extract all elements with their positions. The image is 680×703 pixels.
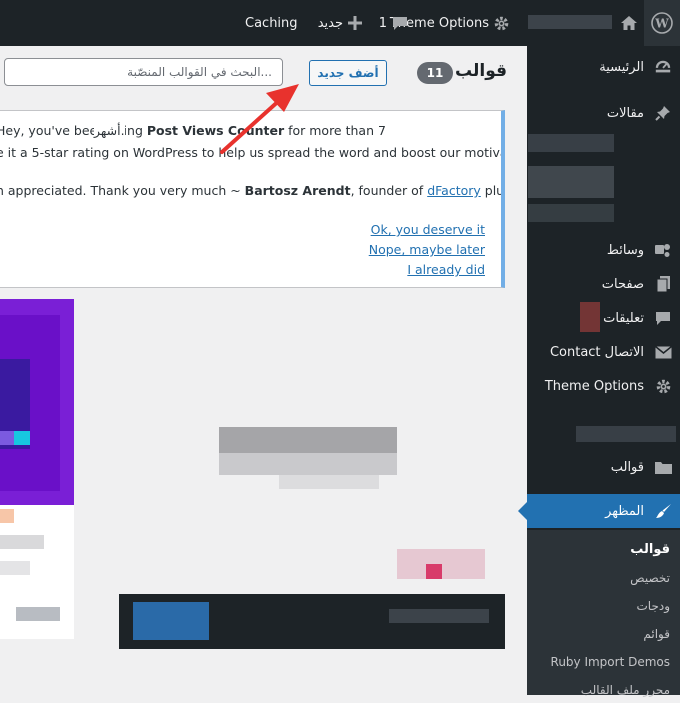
theme-card[interactable] xyxy=(119,299,505,649)
site-name-blurred[interactable] xyxy=(528,15,612,29)
pin-icon xyxy=(646,96,680,130)
theme-screenshot-blurred xyxy=(389,609,489,623)
admin-bar: W Theme Options 1 جديد Caching xyxy=(0,0,680,46)
blurred-submenu xyxy=(528,134,614,152)
sidebar-item-label: تعليقات xyxy=(603,310,644,326)
theme-card[interactable] xyxy=(0,299,74,639)
sidebar-item-pages[interactable]: صفحات xyxy=(527,267,680,301)
mail-icon xyxy=(646,335,680,369)
theme-screenshot-blurred xyxy=(16,607,60,621)
comments-count[interactable]: 1 xyxy=(379,0,387,46)
theme-screenshot-blurred xyxy=(0,431,14,445)
sidebar-item-label: المظهر xyxy=(605,503,644,519)
sidebar-item-posts[interactable]: مقالات xyxy=(527,96,680,130)
home-icon[interactable] xyxy=(614,0,644,46)
theme-screenshot-blurred xyxy=(0,535,44,549)
add-new-button[interactable]: أضف جديد xyxy=(309,60,387,86)
wordpress-logo-icon[interactable]: W xyxy=(644,0,680,46)
i-already-did-link[interactable]: I already did xyxy=(407,262,485,277)
submenu-item-widgets[interactable]: ودجات xyxy=(636,593,670,619)
notice-line-3: h appreciated. Thank you very much ~ Bar… xyxy=(0,183,505,198)
caching-link[interactable]: Caching xyxy=(245,0,298,46)
theme-screenshot-blurred xyxy=(219,453,397,475)
notice-rtl-word: أشهر. xyxy=(94,123,125,138)
main-content: قوالب 11 أضف جديد البحث في القوالب المنص… xyxy=(0,46,527,695)
comment-bubble-icon[interactable] xyxy=(392,0,408,46)
plus-icon[interactable] xyxy=(348,0,362,46)
sidebar-item-label: صفحات xyxy=(601,276,644,292)
new-content-link[interactable]: جديد xyxy=(318,0,343,46)
theme-screenshot-blurred xyxy=(0,561,30,575)
theme-options-link[interactable]: Theme Options xyxy=(390,0,511,46)
sidebar-item-appearance[interactable]: المظهر xyxy=(518,494,680,528)
sidebar-item-templates[interactable]: قوالب xyxy=(527,450,680,484)
theme-screenshot-blurred xyxy=(219,427,397,453)
theme-screenshot-blurred xyxy=(0,509,14,523)
ok-you-deserve-it-link[interactable]: Ok, you deserve it xyxy=(371,222,485,237)
blurred-submenu xyxy=(528,204,614,222)
dfactory-link[interactable]: dFactory xyxy=(427,183,481,198)
sidebar-item-label: قوالب xyxy=(610,459,644,475)
blurred-submenu xyxy=(528,166,614,198)
submenu-item-ruby-import-demos[interactable]: Ruby Import Demos xyxy=(551,649,670,675)
sidebar-item-label: الرئيسية xyxy=(599,59,644,75)
submenu-item-customize[interactable]: تخصيص xyxy=(630,565,670,591)
comments-icon xyxy=(646,301,680,335)
sidebar-item-label: Contact الاتصال xyxy=(549,344,644,360)
theme-screenshot-blurred xyxy=(279,475,379,489)
sidebar-item-theme-options[interactable]: Theme Options xyxy=(527,369,680,403)
notice-line-2: e it a 5-star rating on WordPress to hel… xyxy=(0,145,505,160)
sidebar-item-label: وسائط xyxy=(606,242,644,258)
brush-icon xyxy=(646,494,680,528)
search-installed-themes-input[interactable]: البحث في القوالب المنصّبة... xyxy=(4,58,283,86)
pages-icon xyxy=(646,267,680,301)
review-notice: Hey, you've been using Post Views Counte… xyxy=(0,110,505,288)
gear-icon xyxy=(646,369,680,403)
notice-line-1: Hey, you've been using Post Views Counte… xyxy=(0,123,386,138)
submenu-item-themes[interactable]: قوالب xyxy=(630,536,670,562)
sidebar-item-label: Theme Options xyxy=(544,378,644,394)
submenu-item-menus[interactable]: قوائم xyxy=(643,621,670,647)
page-title: قوالب xyxy=(455,61,507,81)
sidebar-item-media[interactable]: وسائط xyxy=(527,233,680,267)
media-icon xyxy=(646,233,680,267)
theme-screenshot-blurred xyxy=(426,564,442,579)
appearance-submenu: قوالب تخصيص ودجات قوائم Ruby Import Demo… xyxy=(527,530,680,697)
folder-icon xyxy=(646,450,680,484)
sidebar-item-contact[interactable]: Contact الاتصال xyxy=(527,335,680,369)
sidebar-item-label: مقالات xyxy=(606,105,644,121)
blurred-menu-item xyxy=(576,426,676,442)
sidebar-item-comments[interactable]: تعليقات xyxy=(527,301,680,335)
nope-maybe-later-link[interactable]: Nope, maybe later xyxy=(369,242,485,257)
submenu-item-theme-file-editor[interactable]: محرر ملف القالب xyxy=(581,677,670,703)
theme-screenshot-blurred xyxy=(133,602,209,640)
svg-text:W: W xyxy=(654,17,669,31)
dashboard-icon xyxy=(646,50,680,84)
comment-count-badge-blurred xyxy=(580,302,600,332)
themes-count-badge: 11 xyxy=(417,62,453,84)
sidebar-item-dashboard[interactable]: الرئيسية xyxy=(527,50,680,84)
theme-screenshot-blurred xyxy=(14,431,30,445)
